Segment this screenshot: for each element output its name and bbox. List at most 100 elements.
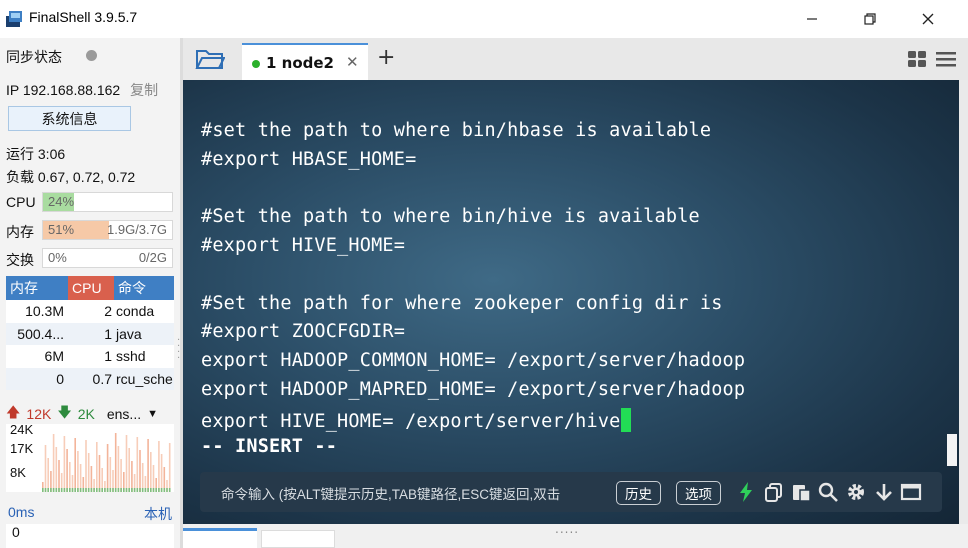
resize-grip-icon[interactable]: ..... bbox=[555, 522, 579, 536]
net-upload-bar bbox=[152, 465, 155, 492]
cpu-usage-value: 24% bbox=[48, 194, 75, 209]
folder-icon[interactable] bbox=[195, 46, 225, 72]
close-tab-icon[interactable]: ✕ bbox=[346, 53, 359, 71]
ping-chart bbox=[6, 524, 174, 548]
net-upload-bar bbox=[58, 460, 60, 492]
net-download-bar bbox=[168, 488, 171, 492]
local-host-label[interactable]: 本机 bbox=[144, 504, 172, 524]
grid-view-icon[interactable] bbox=[907, 50, 927, 68]
net-download-bar bbox=[144, 488, 147, 492]
net-download-bar bbox=[90, 488, 93, 492]
terminal-output[interactable]: #set the path to where bin/hbase is avai… bbox=[183, 80, 959, 524]
finalshell-window: FinalShell 3.9.5.7 同步状态 IP 192.168.88.16… bbox=[0, 0, 968, 548]
net-upload-bar bbox=[52, 434, 55, 492]
net-upload-bar bbox=[106, 444, 109, 492]
copy-ip-link[interactable]: 复制 bbox=[130, 82, 158, 98]
window-title: FinalShell 3.9.5.7 bbox=[29, 9, 138, 25]
download-arrow-icon: 🡇 bbox=[57, 404, 72, 420]
close-window-button[interactable] bbox=[916, 8, 940, 30]
memory-usage-meter: 51% 1.9G/3.7G bbox=[42, 220, 173, 240]
terminal-line: #set the path to where bin/hbase is avai… bbox=[201, 120, 712, 141]
net-download-bar bbox=[150, 488, 152, 492]
table-row[interactable]: 500.4... 1 java bbox=[6, 322, 174, 345]
process-command: sshd bbox=[116, 348, 146, 365]
net-upload-bar bbox=[158, 441, 160, 492]
terminal-line: export HADOOP_MAPRED_HOME= /export/serve… bbox=[201, 379, 746, 400]
net-download-bar bbox=[50, 488, 52, 492]
net-download-bar bbox=[158, 488, 160, 492]
process-cpu: 1 bbox=[104, 348, 112, 365]
terminal-line: export HIVE_HOME= /export/server/hive bbox=[201, 411, 621, 432]
system-info-button[interactable]: 系统信息 bbox=[8, 106, 131, 131]
minimize-icon bbox=[807, 18, 817, 20]
column-header-memory[interactable]: 内存 bbox=[6, 276, 68, 300]
net-download-bar bbox=[87, 488, 90, 492]
column-header-command[interactable]: 命令 bbox=[114, 276, 174, 300]
net-download-bar bbox=[79, 488, 82, 492]
net-download-bar bbox=[117, 488, 120, 492]
net-download-bar bbox=[101, 488, 103, 492]
maximize-panel-icon[interactable] bbox=[900, 481, 922, 503]
chevron-down-icon[interactable]: ▼ bbox=[147, 408, 158, 420]
net-download-bar bbox=[125, 488, 128, 492]
gear-icon[interactable] bbox=[845, 481, 867, 503]
copy-icon[interactable] bbox=[763, 481, 785, 503]
memory-label: 内存 bbox=[6, 224, 34, 240]
tab-node2[interactable]: 1 node2 ✕ bbox=[242, 43, 368, 80]
terminal-scrollbar-thumb[interactable] bbox=[947, 434, 957, 466]
table-row[interactable]: 10.3M 2 conda bbox=[6, 300, 174, 323]
net-download-bar bbox=[114, 488, 117, 492]
net-upload-bar bbox=[147, 439, 149, 492]
process-command: rcu_sche bbox=[116, 370, 173, 387]
net-download-bar bbox=[74, 488, 76, 492]
net-axis-label: 17K bbox=[10, 441, 34, 456]
net-upload-bar bbox=[150, 452, 152, 492]
text-cursor bbox=[620, 408, 631, 432]
paste-icon[interactable] bbox=[790, 481, 812, 503]
net-download-bar bbox=[98, 488, 101, 492]
load-average-text: 负载 0.67, 0.72, 0.72 bbox=[6, 169, 136, 185]
search-icon[interactable] bbox=[817, 481, 839, 503]
net-upload-bar bbox=[74, 438, 76, 492]
arrow-down-icon[interactable] bbox=[873, 481, 895, 503]
ping-latency: 0ms bbox=[8, 504, 35, 520]
net-download-bar bbox=[96, 488, 98, 492]
net-upload-bar bbox=[98, 455, 101, 492]
net-download-bar bbox=[136, 488, 139, 492]
net-download-bar bbox=[58, 488, 60, 492]
restore-button[interactable] bbox=[858, 8, 882, 30]
minimize-button[interactable] bbox=[800, 8, 824, 30]
net-upload-bar bbox=[160, 454, 163, 492]
net-download-bar bbox=[104, 488, 106, 492]
net-download-bar bbox=[133, 488, 136, 492]
add-tab-button[interactable]: + bbox=[377, 45, 395, 70]
splitter-grip-icon: · · · · bbox=[177, 335, 181, 364]
net-upload-bar bbox=[139, 450, 141, 492]
history-button[interactable]: 历史 bbox=[616, 481, 661, 505]
options-button[interactable]: 选项 bbox=[676, 481, 721, 505]
terminal-line: export HADOOP_COMMON_HOME= /export/serve… bbox=[201, 350, 746, 371]
lightning-icon[interactable] bbox=[735, 481, 757, 503]
network-interface-select[interactable]: ens... bbox=[107, 406, 141, 422]
net-upload-bar bbox=[128, 448, 130, 492]
net-download-bar bbox=[60, 488, 63, 492]
net-download-bar bbox=[139, 488, 141, 492]
table-row[interactable]: 0 0.7 rcu_sche bbox=[6, 367, 174, 390]
net-download-bar bbox=[120, 488, 122, 492]
bottom-tab[interactable] bbox=[261, 530, 335, 548]
process-command: conda bbox=[116, 303, 155, 320]
bottom-tab-active[interactable] bbox=[183, 528, 257, 548]
net-download-bar bbox=[112, 488, 114, 492]
net-download-bar bbox=[152, 488, 155, 492]
net-download-bar bbox=[55, 488, 58, 492]
column-header-cpu[interactable]: CPU bbox=[68, 276, 114, 300]
net-upload-bar bbox=[77, 451, 79, 492]
command-input[interactable]: 命令输入 (按ALT键提示历史,TAB键路径,ESC键返回,双击 bbox=[221, 483, 560, 503]
sync-status-label: 同步状态 bbox=[6, 49, 62, 65]
net-download-bar bbox=[66, 488, 68, 492]
system-monitor-panel: 同步状态 IP 192.168.88.162 复制 系统信息 运行 3:06 负… bbox=[0, 38, 180, 548]
net-upload-bar bbox=[117, 446, 120, 492]
table-row[interactable]: 6M 1 sshd bbox=[6, 345, 174, 368]
terminal-scrollbar[interactable] bbox=[959, 80, 968, 524]
hamburger-menu-icon[interactable] bbox=[935, 50, 957, 68]
